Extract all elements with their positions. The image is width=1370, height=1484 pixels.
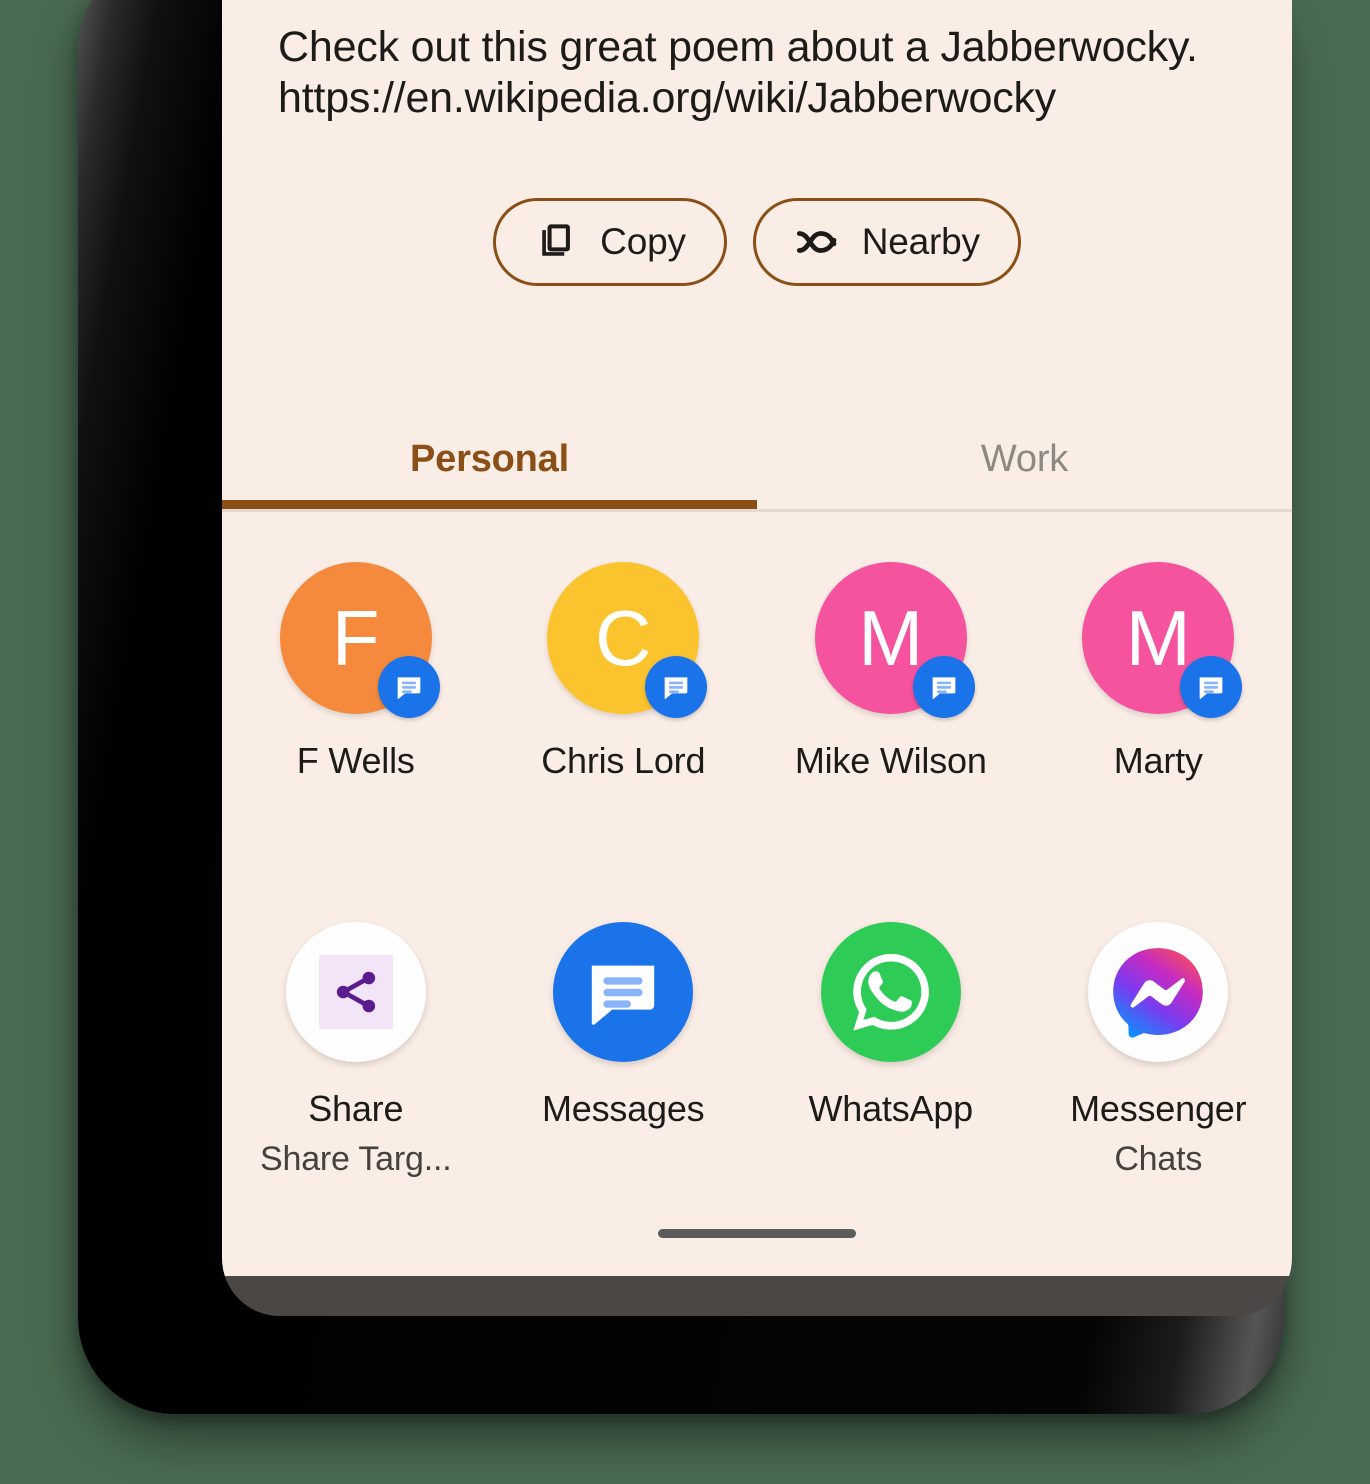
app-target[interactable]: Share Share Targ... bbox=[222, 922, 490, 1179]
phone-device-frame: Check out this great poem about a Jabber… bbox=[78, 0, 1292, 1414]
share-apps-grid: Share Share Targ... Messages WhatsApp Me… bbox=[222, 922, 1292, 1179]
avatar-wrap: F bbox=[279, 562, 440, 718]
phone-screen: Check out this great poem about a Jabber… bbox=[222, 0, 1292, 1316]
contact-target[interactable]: M Mike Wilson bbox=[757, 562, 1025, 782]
messages-icon bbox=[1180, 656, 1243, 718]
nearby-button[interactable]: Nearby bbox=[752, 198, 1021, 286]
app-subtitle: Chats bbox=[1114, 1140, 1203, 1178]
app-name: Share bbox=[308, 1088, 404, 1129]
avatar-wrap: M bbox=[814, 562, 975, 718]
quick-action-row: Copy Nearby bbox=[222, 198, 1292, 286]
messages-icon bbox=[377, 656, 440, 718]
messages-icon bbox=[553, 922, 694, 1062]
share-icon-tile bbox=[318, 955, 393, 1029]
gesture-navigation-bar[interactable] bbox=[658, 1229, 856, 1238]
copy-button-label: Copy bbox=[600, 221, 686, 262]
contact-name: Marty bbox=[1113, 740, 1203, 781]
app-subtitle: Share Targ... bbox=[260, 1140, 452, 1178]
whatsapp-icon bbox=[820, 922, 961, 1062]
contact-name: Mike Wilson bbox=[794, 740, 987, 781]
tab-work-label: Work bbox=[980, 437, 1069, 480]
avatar-wrap: M bbox=[1082, 562, 1243, 718]
profile-tabs: Personal Work bbox=[222, 404, 1292, 514]
messages-icon bbox=[912, 656, 975, 718]
tab-work[interactable]: Work bbox=[757, 404, 1292, 514]
contact-target[interactable]: M Marty bbox=[1025, 562, 1293, 782]
nearby-share-icon bbox=[794, 223, 840, 261]
shared-content-preview-text: Check out this great poem about a Jabber… bbox=[278, 23, 1198, 122]
messages-icon bbox=[645, 656, 708, 718]
app-target[interactable]: WhatsApp bbox=[757, 922, 1025, 1179]
tab-personal[interactable]: Personal bbox=[222, 404, 757, 514]
active-tab-indicator bbox=[222, 500, 757, 509]
nearby-button-label: Nearby bbox=[861, 221, 980, 262]
contact-name: Chris Lord bbox=[541, 740, 706, 781]
contact-target[interactable]: C Chris Lord bbox=[490, 562, 758, 782]
app-name: WhatsApp bbox=[808, 1088, 974, 1129]
share-icon bbox=[285, 922, 426, 1062]
direct-share-contacts-grid: F F Wells C Chris Lord M Mike Wilson M M… bbox=[222, 562, 1292, 782]
app-name: Messenger bbox=[1070, 1088, 1247, 1129]
app-name: Messages bbox=[542, 1088, 705, 1129]
copy-button[interactable]: Copy bbox=[493, 198, 727, 286]
contact-target[interactable]: F F Wells bbox=[222, 562, 490, 782]
avatar-wrap: C bbox=[547, 562, 708, 718]
tab-personal-label: Personal bbox=[410, 437, 569, 480]
android-share-sheet: Check out this great poem about a Jabber… bbox=[222, 0, 1292, 1276]
app-target[interactable]: Messages bbox=[490, 922, 758, 1179]
contact-name: F Wells bbox=[296, 740, 415, 781]
app-target[interactable]: Messenger Chats bbox=[1025, 922, 1293, 1179]
messenger-icon bbox=[1088, 922, 1229, 1062]
tab-divider bbox=[222, 509, 1292, 512]
copy-icon bbox=[534, 220, 578, 264]
